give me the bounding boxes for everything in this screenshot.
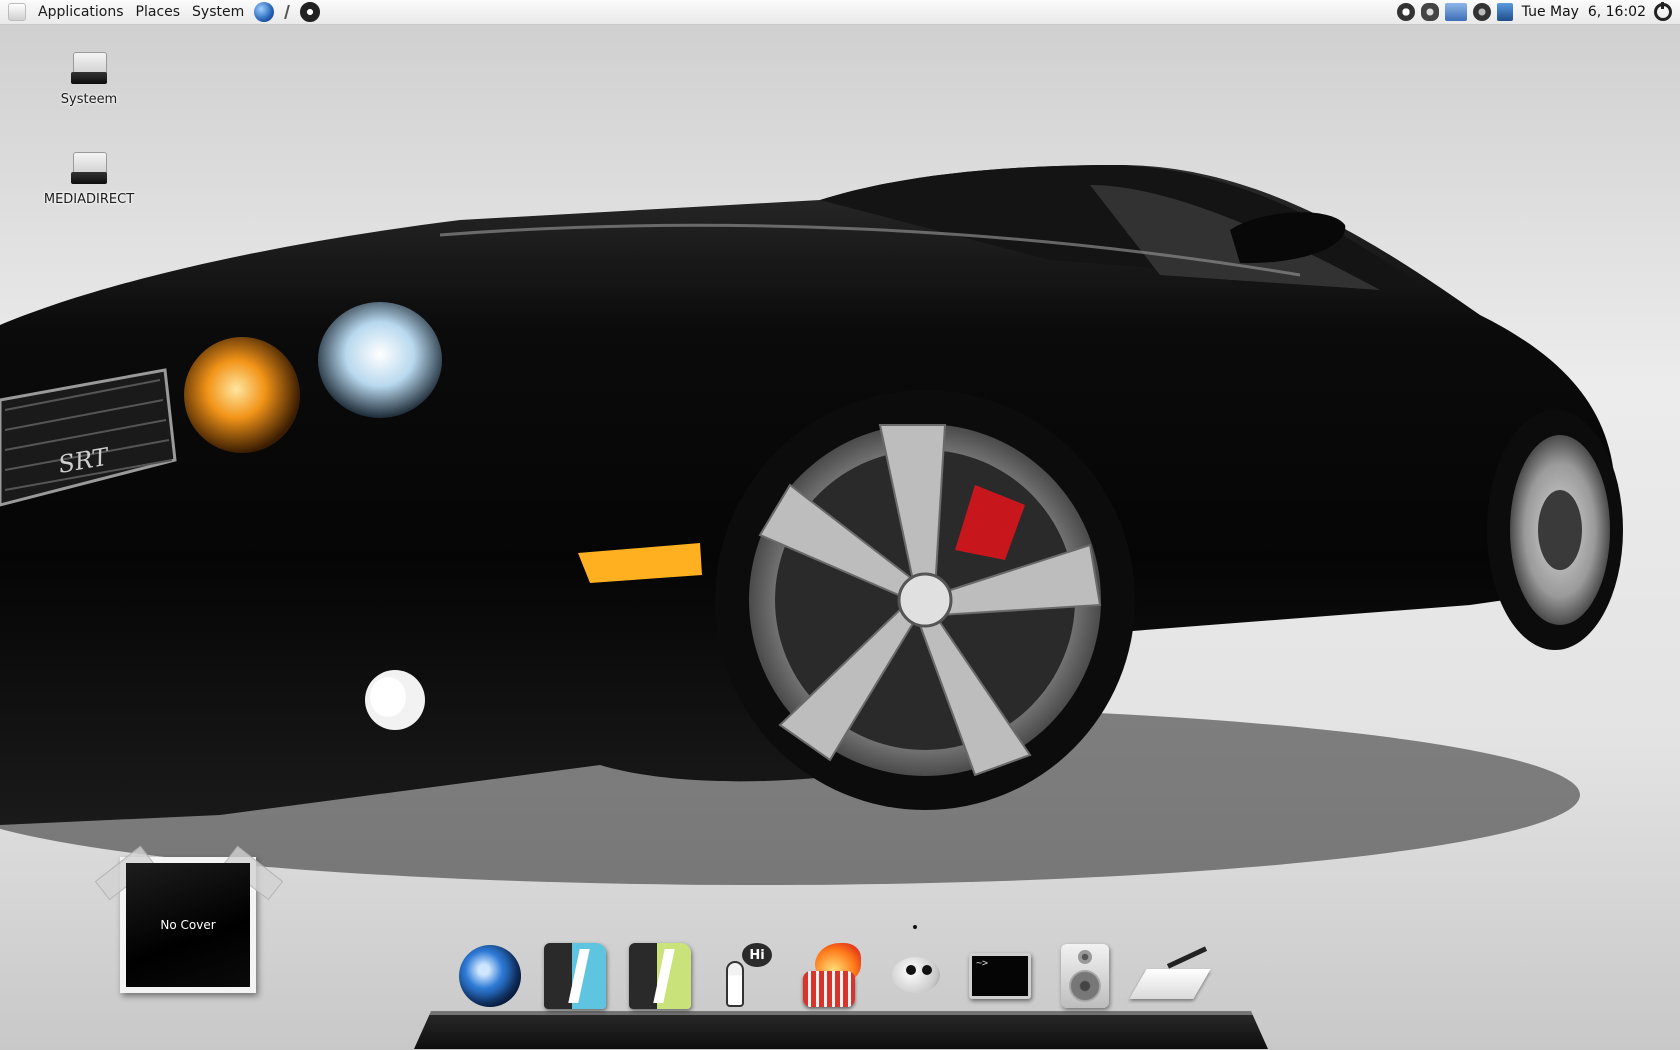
calc-icon	[629, 943, 691, 1009]
album-cover-widget[interactable]: No Cover	[94, 845, 284, 993]
dock-item-disc-burner[interactable]	[796, 942, 864, 1010]
chat-person	[726, 961, 744, 1007]
menu-places[interactable]: Places	[130, 4, 187, 20]
power-icon[interactable]	[1654, 2, 1672, 21]
writer-icon	[544, 943, 606, 1009]
terminal-prompt: ~>	[976, 958, 989, 969]
terminal-icon: ~>	[969, 953, 1031, 999]
network-icon[interactable]	[1396, 3, 1415, 21]
update-icon[interactable]	[1420, 3, 1439, 21]
globe-icon[interactable]	[254, 2, 275, 22]
dock-item-web-browser[interactable]	[456, 942, 524, 1010]
gimp-icon	[882, 951, 948, 1001]
drive-icon	[71, 152, 107, 186]
dock-item-image-editor[interactable]	[881, 942, 949, 1010]
dock-item-chat[interactable]: Hi	[711, 942, 779, 1010]
album-cover: No Cover	[126, 863, 250, 987]
clock[interactable]: Tue May 6, 16:02	[1522, 4, 1646, 20]
desktop-icon-mediadirect[interactable]: MEDIADIRECT	[34, 152, 144, 207]
dock-item-text-editor[interactable]	[1129, 942, 1211, 1010]
no-cover-label: No Cover	[160, 918, 216, 932]
burner-icon	[797, 943, 863, 1009]
lifebuoy-icon[interactable]	[300, 2, 321, 22]
dock-item-text-document[interactable]	[541, 942, 609, 1010]
menu-system[interactable]: System	[186, 4, 250, 20]
main-menu-icon[interactable]	[8, 3, 26, 21]
drive-icon	[71, 52, 107, 86]
editor-icon	[1129, 946, 1211, 1001]
top-panel: Applications Places System Tue May 6, 16…	[0, 0, 1680, 25]
speaker-icon	[1061, 944, 1109, 1008]
separator-icon[interactable]	[284, 3, 290, 21]
desktop-icon-label: MEDIADIRECT	[43, 192, 135, 207]
menu-applications[interactable]: Applications	[32, 4, 130, 20]
dock-shelf	[414, 1011, 1268, 1049]
chat-bubble: Hi	[742, 943, 772, 967]
desktop-icon-systeem[interactable]: Systeem	[34, 52, 144, 107]
volume-icon[interactable]	[1496, 3, 1513, 21]
browser-icon	[459, 945, 521, 1007]
dock-item-terminal[interactable]: ~>	[966, 942, 1034, 1010]
chat-icon: Hi	[718, 943, 772, 1009]
bluetooth-icon[interactable]	[1472, 3, 1491, 21]
panel-left: Applications Places System	[0, 0, 324, 24]
display-icon[interactable]	[1444, 3, 1467, 21]
dock: Hi ~>	[456, 942, 1211, 1010]
dock-item-music-player[interactable]	[1051, 942, 1119, 1010]
panel-right: Tue May 6, 16:02	[1394, 0, 1680, 24]
desktop-icon-label: Systeem	[60, 92, 118, 107]
dock-item-spreadsheet[interactable]	[626, 942, 694, 1010]
